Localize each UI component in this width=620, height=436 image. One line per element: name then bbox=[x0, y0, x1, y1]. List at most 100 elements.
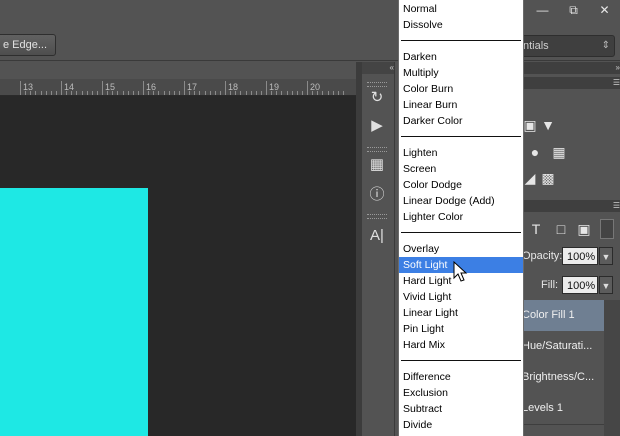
panel-menu-icon[interactable]: ☰ bbox=[522, 200, 620, 212]
blend-mode-option[interactable]: Subtract bbox=[399, 401, 523, 417]
ruler-minor-tick bbox=[132, 91, 134, 95]
ruler-minor-tick bbox=[117, 91, 119, 95]
blend-mode-option[interactable]: Linear Dodge (Add) bbox=[399, 193, 523, 209]
blend-mode-option[interactable]: Difference bbox=[399, 369, 523, 385]
horizontal-ruler: 13 14 15 16 17 18 19 20 bbox=[0, 79, 356, 96]
ruler-minor-tick bbox=[91, 91, 93, 95]
blend-mode-option[interactable]: Dissolve bbox=[399, 17, 523, 33]
opacity-label: Opacity: bbox=[522, 250, 563, 262]
layer-name: Levels 1 bbox=[522, 402, 563, 414]
threshold-icon[interactable]: ◢ bbox=[522, 170, 538, 186]
blend-mode-option[interactable]: Hard Mix bbox=[399, 337, 523, 353]
layer-name: Hue/Saturati... bbox=[522, 340, 593, 352]
ruler-minor-tick bbox=[250, 91, 252, 95]
grip-icon[interactable] bbox=[367, 147, 387, 152]
ruler-minor-tick bbox=[173, 91, 175, 95]
layers-scrollbar[interactable] bbox=[604, 300, 620, 436]
chevron-down-icon[interactable]: ▼ bbox=[599, 276, 613, 294]
ruler-minor-tick bbox=[178, 91, 180, 95]
ruler-minor-tick bbox=[30, 91, 32, 95]
character-icon[interactable]: A| bbox=[366, 226, 388, 246]
grip-icon[interactable] bbox=[367, 214, 387, 219]
history-icon[interactable]: ↻ bbox=[366, 88, 388, 108]
ruler-major-tick bbox=[184, 81, 185, 95]
minimize-icon[interactable]: — bbox=[527, 0, 558, 20]
updown-arrows-icon: ⇕ bbox=[601, 40, 610, 51]
blend-mode-option[interactable]: Darken bbox=[399, 49, 523, 65]
blend-mode-option[interactable]: Overlay bbox=[399, 241, 523, 257]
blend-mode-option[interactable]: Linear Light bbox=[399, 305, 523, 321]
ruler-minor-tick bbox=[281, 91, 283, 95]
blend-mode-option[interactable]: Color Dodge bbox=[399, 177, 523, 193]
blend-mode-option[interactable]: Normal bbox=[399, 1, 523, 17]
type-filter-icon[interactable]: T bbox=[528, 221, 544, 237]
ruler-minor-tick bbox=[219, 91, 221, 95]
ruler-minor-tick bbox=[45, 91, 47, 95]
ruler-minor-tick bbox=[235, 91, 237, 95]
ruler-minor-tick bbox=[55, 91, 57, 95]
blend-mode-option[interactable]: Divide bbox=[399, 417, 523, 433]
blend-mode-option[interactable]: Screen bbox=[399, 161, 523, 177]
ruler-minor-tick bbox=[337, 91, 339, 95]
circles-icon[interactable]: ● bbox=[527, 144, 543, 160]
fill-field[interactable]: 100% bbox=[562, 276, 598, 294]
ruler-minor-tick bbox=[322, 91, 324, 95]
ruler-major-tick bbox=[61, 81, 62, 95]
ruler-major-tick bbox=[266, 81, 267, 95]
triangle-down-icon[interactable]: ▼ bbox=[540, 117, 556, 133]
layer-row[interactable]: Levels 1 bbox=[522, 393, 604, 425]
blend-mode-option[interactable]: Lighten bbox=[399, 145, 523, 161]
ruler-minor-tick bbox=[230, 91, 232, 95]
blend-mode-option[interactable]: Darker Color bbox=[399, 113, 523, 129]
blend-mode-option[interactable]: Pin Light bbox=[399, 321, 523, 337]
chevron-down-icon[interactable]: ▼ bbox=[599, 247, 613, 265]
layer-row[interactable]: Color Fill 1 bbox=[522, 300, 604, 332]
ruler-minor-tick bbox=[153, 91, 155, 95]
smartobject-filter-icon[interactable]: ▣ bbox=[576, 221, 592, 237]
ruler-minor-tick bbox=[286, 91, 288, 95]
ruler-minor-tick bbox=[260, 91, 262, 95]
ruler-minor-tick bbox=[301, 91, 303, 95]
layer-row[interactable]: Brightness/C... bbox=[522, 362, 604, 394]
ruler-minor-tick bbox=[96, 91, 98, 95]
workspace-select[interactable]: ntials ⇕ bbox=[516, 35, 615, 57]
refine-edge-button[interactable]: e Edge... bbox=[0, 34, 57, 56]
blend-mode-option[interactable]: Multiply bbox=[399, 65, 523, 81]
ruler-minor-tick bbox=[163, 91, 165, 95]
opacity-field[interactable]: 100% bbox=[562, 247, 598, 265]
gradient-map-icon[interactable]: ▩ bbox=[540, 170, 556, 186]
grip-icon[interactable] bbox=[367, 82, 387, 87]
restore-icon[interactable]: ⧉ bbox=[558, 0, 589, 20]
ruler-minor-tick bbox=[148, 91, 150, 95]
blend-mode-option[interactable]: Linear Burn bbox=[399, 97, 523, 113]
ruler-minor-tick bbox=[312, 91, 314, 95]
ruler-minor-tick bbox=[168, 91, 170, 95]
curves-icon[interactable]: ▣ bbox=[522, 117, 538, 133]
blend-mode-option[interactable]: Exclusion bbox=[399, 385, 523, 401]
collapse-arrows-icon[interactable]: « bbox=[362, 62, 394, 74]
layer-name: Brightness/C... bbox=[522, 371, 595, 383]
panel-menu-icon[interactable]: ☰ bbox=[522, 77, 620, 89]
filter-toggle-icon[interactable] bbox=[600, 219, 614, 239]
shape-filter-icon[interactable]: □ bbox=[553, 221, 569, 237]
blend-mode-option[interactable]: Color Burn bbox=[399, 81, 523, 97]
ruler-minor-tick bbox=[204, 91, 206, 95]
layer-row[interactable]: Hue/Saturati... bbox=[522, 331, 604, 363]
ruler-minor-tick bbox=[127, 91, 129, 95]
play-actions-icon[interactable]: ▶ bbox=[366, 116, 388, 136]
blend-mode-option[interactable]: Lighter Color bbox=[399, 209, 523, 225]
ruler-minor-tick bbox=[189, 91, 191, 95]
ruler-minor-tick bbox=[332, 91, 334, 95]
ruler-minor-tick bbox=[158, 91, 160, 95]
ruler-minor-tick bbox=[50, 91, 52, 95]
ruler-minor-tick bbox=[342, 91, 344, 95]
collapse-arrows-icon[interactable]: » bbox=[522, 62, 620, 74]
ruler-minor-tick bbox=[327, 91, 329, 95]
ruler-minor-tick bbox=[214, 91, 216, 95]
blend-mode-option[interactable]: Vivid Light bbox=[399, 289, 523, 305]
close-icon[interactable]: ✕ bbox=[589, 0, 620, 20]
info-icon[interactable]: ⓘ bbox=[366, 185, 388, 205]
3d-cube-icon[interactable]: ▦ bbox=[366, 155, 388, 175]
grid-icon[interactable]: ▦ bbox=[551, 144, 567, 160]
menu-separator bbox=[401, 136, 521, 137]
